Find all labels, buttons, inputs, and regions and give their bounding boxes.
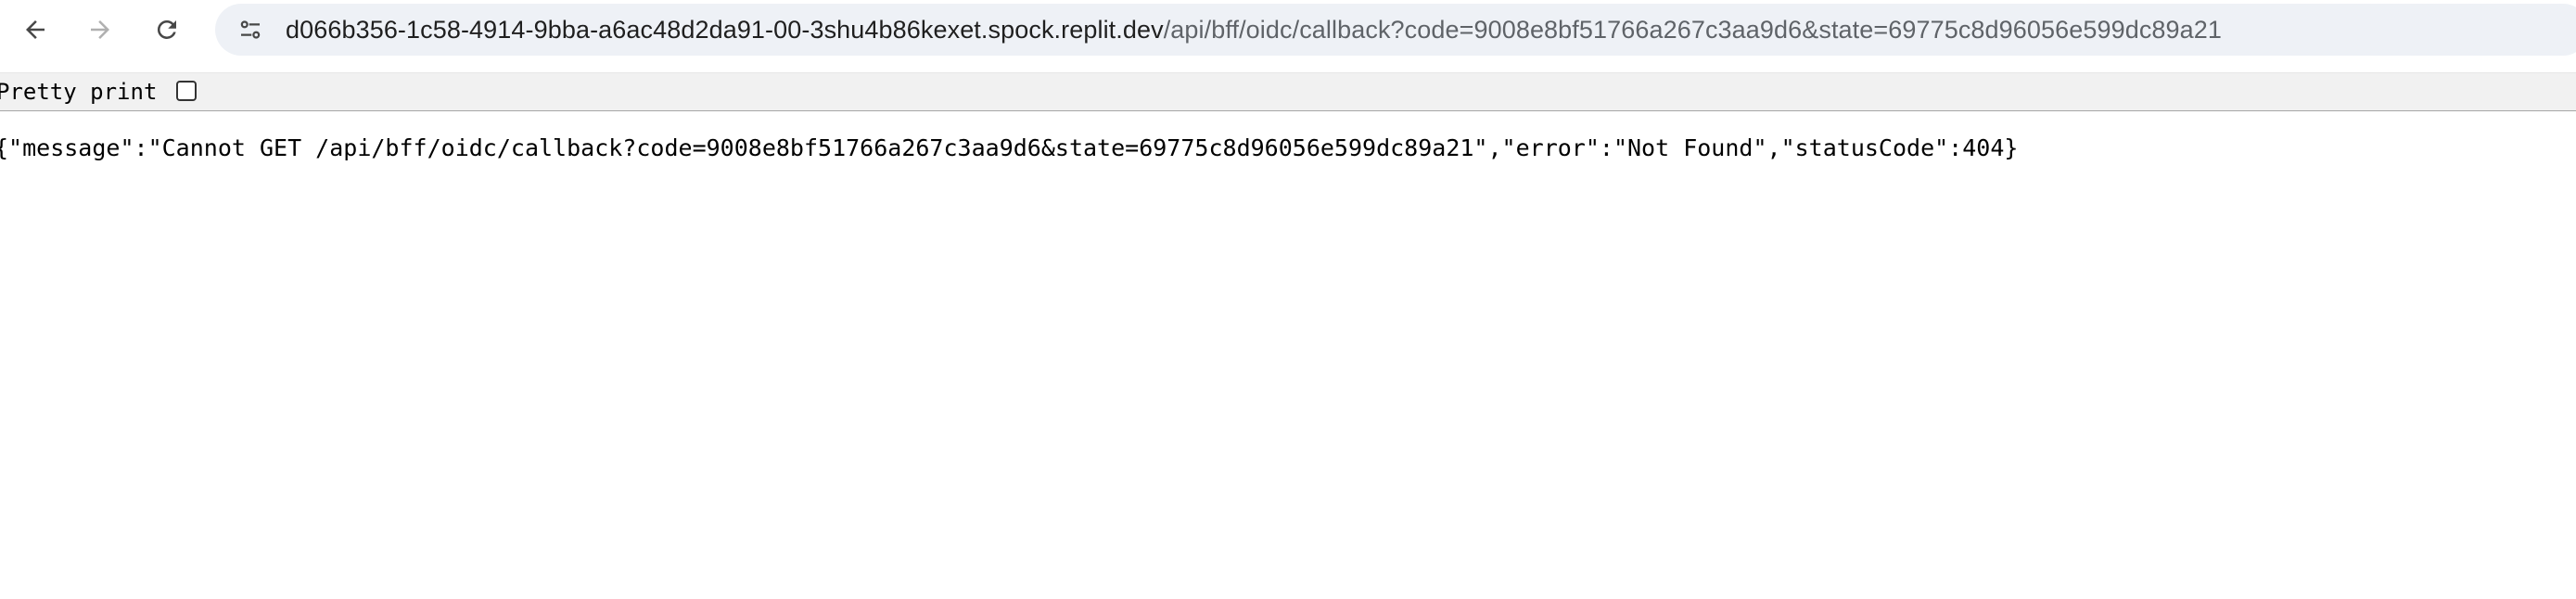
url-text[interactable]: d066b356-1c58-4914-9bba-a6ac48d2da91-00-… (286, 4, 2222, 56)
back-button[interactable] (13, 7, 57, 52)
browser-toolbar: d066b356-1c58-4914-9bba-a6ac48d2da91-00-… (0, 0, 2576, 59)
url-path: /api/bff/oidc/callback?code=9008e8bf5176… (1163, 16, 2223, 44)
pretty-print-bar: Pretty print (0, 72, 2576, 111)
reload-button[interactable] (145, 7, 189, 52)
site-info-button[interactable] (234, 13, 267, 46)
pretty-print-label: Pretty print (0, 79, 158, 105)
json-response-body: {"message":"Cannot GET /api/bff/oidc/cal… (0, 134, 2019, 161)
url-host: d066b356-1c58-4914-9bba-a6ac48d2da91-00-… (286, 16, 1164, 44)
arrow-right-icon (91, 20, 109, 39)
pretty-print-checkbox[interactable] (176, 81, 197, 101)
tune-icon (240, 20, 261, 39)
reload-icon (157, 19, 176, 39)
address-bar[interactable]: d066b356-1c58-4914-9bba-a6ac48d2da91-00-… (215, 4, 2576, 56)
arrow-left-icon (26, 20, 45, 39)
forward-button[interactable] (78, 7, 122, 52)
